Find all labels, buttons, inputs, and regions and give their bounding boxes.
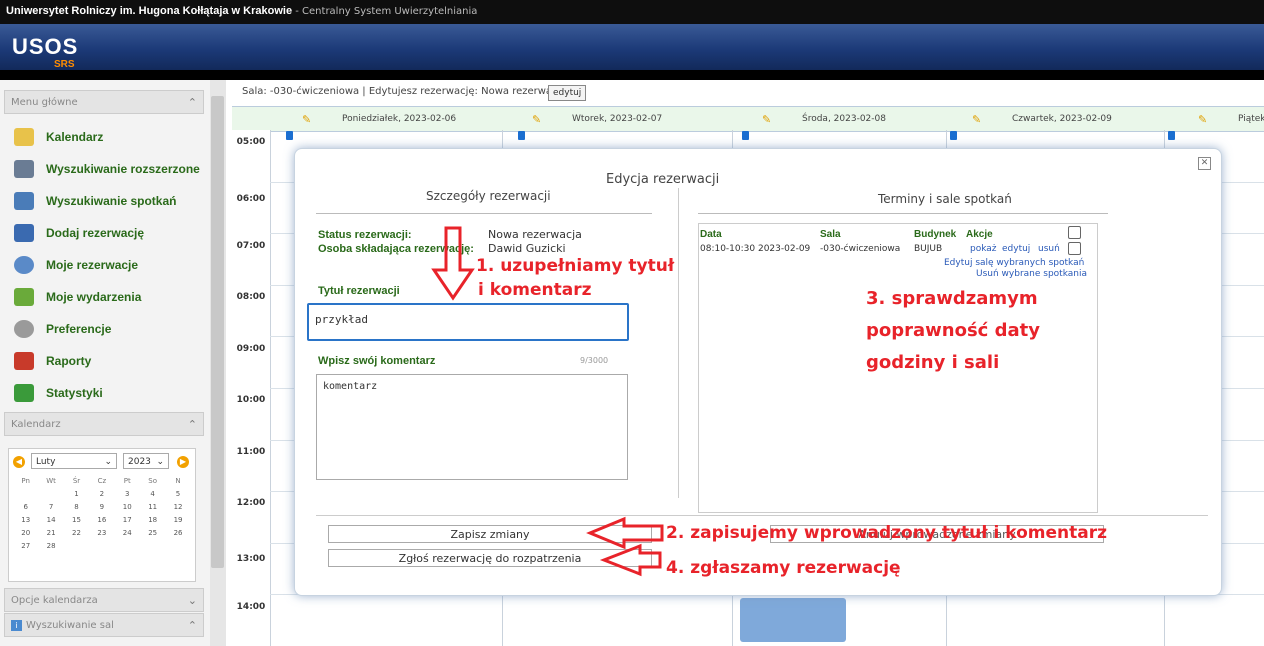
annotation-step1-line1: 1. uzupełniamy tytuł — [476, 256, 675, 276]
annotation-step3-line3: godziny i sali — [866, 352, 1000, 373]
left-arrow-icon — [586, 516, 664, 550]
left-arrow-icon — [599, 543, 662, 577]
annotation-step3-line2: poprawność daty — [866, 320, 1040, 341]
annotation-step3-line1: 3. sprawdzamym — [866, 288, 1038, 309]
annotation-step1-line2: i komentarz — [478, 280, 592, 300]
annotation-step2: 2. zapisujemy wprowadzony tytuł i koment… — [666, 523, 1107, 543]
down-arrow-icon — [431, 226, 475, 301]
annotation-step4: 4. zgłaszamy rezerwację — [666, 558, 901, 578]
annotation-overlay — [431, 226, 664, 577]
